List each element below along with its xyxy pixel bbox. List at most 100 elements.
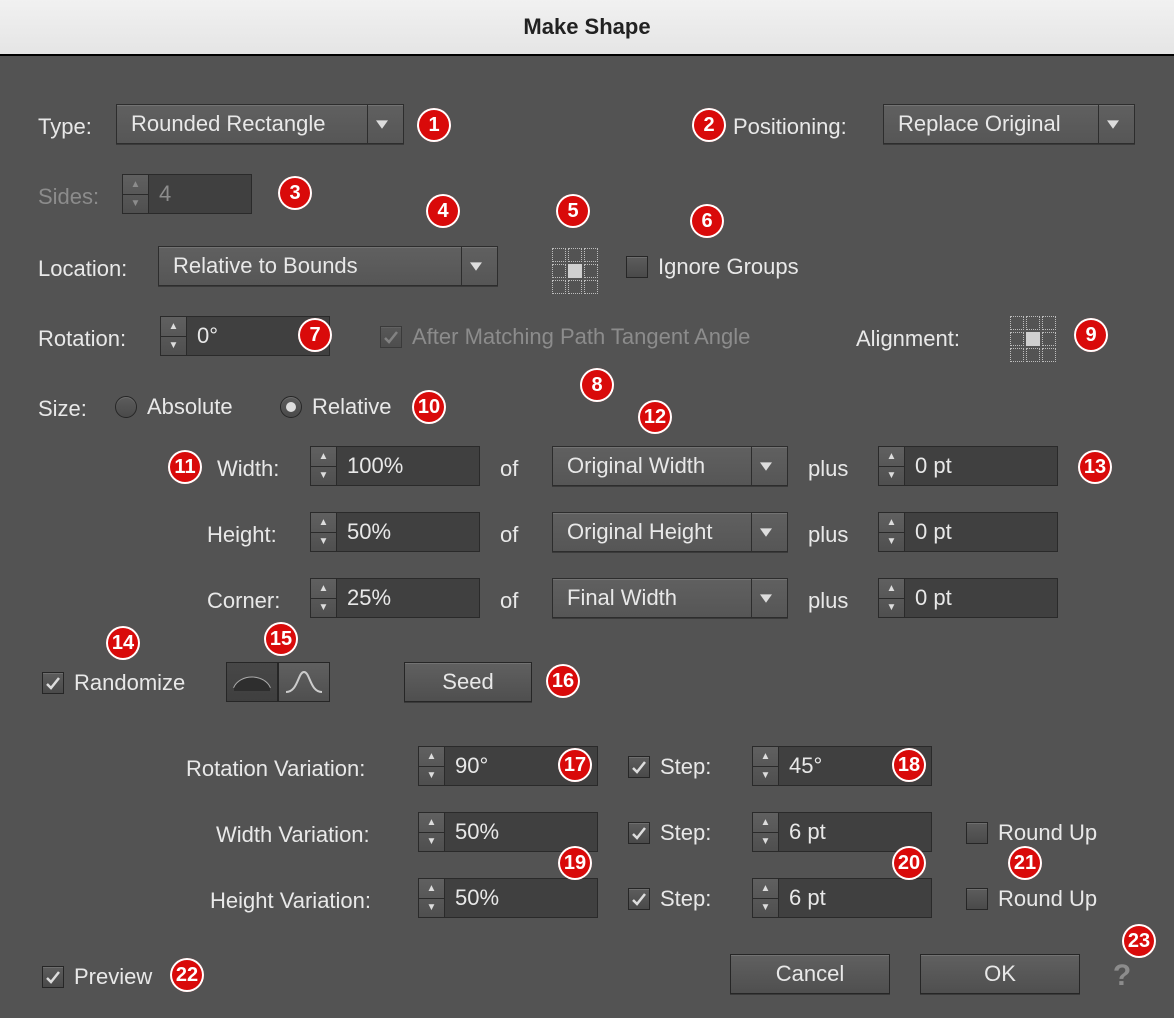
width-plus-input[interactable]: ▲▼ 0 pt — [878, 446, 1058, 486]
corner-label: Corner: — [207, 588, 280, 614]
width-step-label: Step: — [660, 820, 711, 846]
annotation-marker: 3 — [278, 176, 312, 210]
corner-ref-value: Final Width — [567, 585, 677, 611]
location-label: Location: — [38, 256, 127, 282]
width-roundup-label: Round Up — [998, 820, 1097, 846]
rotation-step-checkbox[interactable]: Step: — [628, 754, 711, 780]
height-step-value: 6 pt — [779, 879, 931, 917]
height-plus-input[interactable]: ▲▼ 0 pt — [878, 512, 1058, 552]
width-roundup-checkbox[interactable]: Round Up — [966, 820, 1097, 846]
plus-label-3: plus — [808, 588, 848, 614]
width-label: Width: — [217, 456, 279, 482]
randomize-checkbox[interactable]: Randomize — [42, 670, 185, 696]
width-plus-value: 0 pt — [905, 447, 1057, 485]
after-matching-checkbox: After Matching Path Tangent Angle — [380, 324, 750, 350]
chevron-down-icon — [367, 105, 395, 143]
annotation-marker: 6 — [690, 204, 724, 238]
height-variation-label: Height Variation: — [210, 888, 371, 914]
chevron-down-icon — [461, 247, 489, 285]
preview-checkbox[interactable]: Preview — [42, 964, 152, 990]
stepper-up-icon: ▲ — [123, 175, 148, 195]
of-label-1: of — [500, 456, 518, 482]
corner-percent-value: 25% — [337, 579, 479, 617]
annotation-marker: 13 — [1078, 450, 1112, 484]
annotation-marker: 22 — [170, 958, 204, 992]
size-relative-label: Relative — [312, 394, 391, 420]
sides-value: 4 — [149, 175, 251, 213]
after-matching-label: After Matching Path Tangent Angle — [412, 324, 750, 350]
width-step-checkbox[interactable]: Step: — [628, 820, 711, 846]
size-label: Size: — [38, 396, 87, 422]
height-step-input[interactable]: ▲▼ 6 pt — [752, 878, 932, 918]
type-value: Rounded Rectangle — [131, 111, 325, 137]
rotation-step-label: Step: — [660, 754, 711, 780]
type-label: Type: — [38, 114, 92, 140]
annotation-marker: 14 — [106, 626, 140, 660]
annotation-marker: 16 — [546, 664, 580, 698]
positioning-label: Positioning: — [733, 114, 847, 140]
corner-ref-select[interactable]: Final Width — [552, 578, 788, 618]
positioning-select[interactable]: Replace Original — [883, 104, 1135, 144]
height-percent-input[interactable]: ▲▼ 50% — [310, 512, 480, 552]
height-percent-value: 50% — [337, 513, 479, 551]
annotation-marker: 5 — [556, 194, 590, 228]
height-ref-value: Original Height — [567, 519, 713, 545]
rotation-label: Rotation: — [38, 326, 126, 352]
ok-button[interactable]: OK — [920, 954, 1080, 994]
annotation-marker: 19 — [558, 846, 592, 880]
annotation-marker: 12 — [638, 400, 672, 434]
corner-percent-input[interactable]: ▲▼ 25% — [310, 578, 480, 618]
annotation-marker: 8 — [580, 368, 614, 402]
height-step-checkbox[interactable]: Step: — [628, 886, 711, 912]
chevron-down-icon — [751, 513, 779, 551]
annotation-marker: 2 — [692, 108, 726, 142]
corner-plus-input[interactable]: ▲▼ 0 pt — [878, 578, 1058, 618]
width-ref-select[interactable]: Original Width — [552, 446, 788, 486]
height-variation-input[interactable]: ▲▼ 50% — [418, 878, 598, 918]
preview-label: Preview — [74, 964, 152, 990]
sides-label: Sides: — [38, 184, 99, 210]
height-ref-select[interactable]: Original Height — [552, 512, 788, 552]
ignore-groups-checkbox[interactable]: Ignore Groups — [626, 254, 799, 280]
annotation-marker: 15 — [264, 622, 298, 656]
type-select[interactable]: Rounded Rectangle — [116, 104, 404, 144]
of-label-2: of — [500, 522, 518, 548]
annotation-marker: 21 — [1008, 846, 1042, 880]
stepper-up-icon[interactable]: ▲ — [161, 317, 186, 337]
width-percent-input[interactable]: ▲▼ 100% — [310, 446, 480, 486]
distribution-gaussian-button[interactable] — [278, 662, 330, 702]
location-select[interactable]: Relative to Bounds — [158, 246, 498, 286]
window-titlebar: Make Shape — [0, 0, 1174, 56]
corner-plus-value: 0 pt — [905, 579, 1057, 617]
annotation-marker: 9 — [1074, 318, 1108, 352]
cancel-button[interactable]: Cancel — [730, 954, 890, 994]
size-relative-radio[interactable]: Relative — [280, 394, 391, 420]
seed-button[interactable]: Seed — [404, 662, 532, 702]
dialog-body: Type: Rounded Rectangle Positioning: Rep… — [0, 56, 1174, 1018]
annotation-marker: 1 — [417, 108, 451, 142]
chevron-down-icon — [1098, 105, 1126, 143]
plus-label-2: plus — [808, 522, 848, 548]
size-absolute-radio[interactable]: Absolute — [115, 394, 233, 420]
alignment-label: Alignment: — [856, 326, 960, 352]
sides-input: ▲▼ 4 — [122, 174, 252, 214]
reference-point-picker[interactable] — [552, 248, 598, 294]
height-label: Height: — [207, 522, 277, 548]
annotation-marker: 11 — [168, 450, 202, 484]
location-value: Relative to Bounds — [173, 253, 358, 279]
height-step-label: Step: — [660, 886, 711, 912]
window-title: Make Shape — [523, 14, 650, 40]
help-icon[interactable]: ? — [1108, 962, 1136, 990]
stepper-down-icon[interactable]: ▼ — [161, 337, 186, 356]
seed-label: Seed — [442, 669, 493, 695]
height-plus-value: 0 pt — [905, 513, 1057, 551]
distribution-uniform-button[interactable] — [226, 662, 278, 702]
height-roundup-checkbox[interactable]: Round Up — [966, 886, 1097, 912]
annotation- marker: 10 — [412, 390, 446, 424]
annotation-marker: 4 — [426, 194, 460, 228]
width-ref-value: Original Width — [567, 453, 705, 479]
annotation-marker: 20 — [892, 846, 926, 880]
annotation-marker: 23 — [1122, 924, 1156, 958]
alignment-picker[interactable] — [1010, 316, 1056, 362]
annotation-marker: 17 — [558, 748, 592, 782]
